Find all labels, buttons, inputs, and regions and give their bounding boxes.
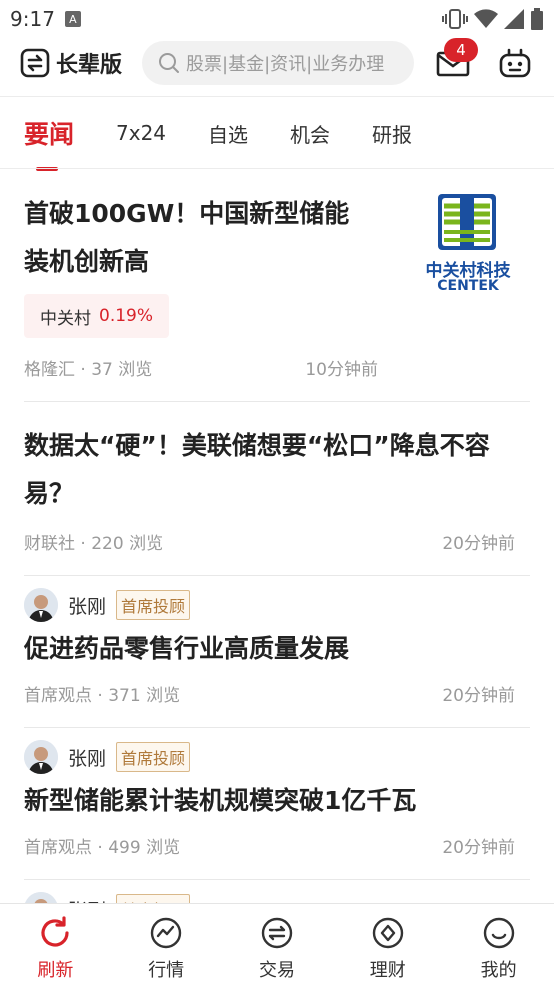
nav-refresh[interactable]: 刷新 <box>0 904 111 984</box>
refresh-icon <box>41 916 69 947</box>
avatar <box>24 892 58 903</box>
news-title-line: 易？ <box>24 479 75 508</box>
avatar <box>24 588 58 622</box>
related-stock-chip[interactable]: 中关村 0.19% <box>24 294 170 338</box>
tab-headlines[interactable]: 要闻 <box>24 115 75 171</box>
news-divider <box>24 879 530 880</box>
news-time: 20分钟前 <box>442 838 515 858</box>
nav-trade-label: 交易 <box>258 960 295 981</box>
nav-market-label: 行情 <box>148 960 185 981</box>
author-tag: 首席投顾 <box>116 894 191 903</box>
status-bar: 9:17 A <box>0 0 554 38</box>
robot-icon <box>499 48 531 78</box>
tab-opportunities[interactable]: 机会 <box>290 119 330 148</box>
news-item-2[interactable]: 数据太“硬”！美联储想要“松口”降息不容 易？ <box>24 422 530 518</box>
news-meta: 格隆汇 · 37 浏览 10分钟前 <box>24 355 378 380</box>
elder-mode-switch[interactable]: 长辈版 <box>20 47 122 79</box>
message-button[interactable]: 4 <box>436 38 479 80</box>
nav-market[interactable]: 行情 <box>111 904 222 984</box>
search-placeholder: 股票|基金|资讯|业务办理 <box>186 54 385 75</box>
news-item-4[interactable]: 张刚 首席投顾 新型储能累计装机规模突破1亿千瓦 <box>24 739 530 825</box>
news-source: 财联社 · 220 浏览 <box>24 534 164 554</box>
elder-mode-label: 长辈版 <box>56 53 123 78</box>
nav-profile-label: 我的 <box>480 960 517 981</box>
tab-7x24[interactable]: 7x24 <box>116 121 166 145</box>
nav-wealth[interactable]: 理财 <box>332 904 443 984</box>
news-time: 20分钟前 <box>442 686 515 706</box>
author-row: 张刚 首席投顾 <box>24 739 530 775</box>
news-source: 首席观点 · 499 浏览 <box>24 838 181 858</box>
author-row: 张刚 首席投顾 <box>24 587 530 623</box>
tab-research[interactable]: 研报 <box>372 119 412 148</box>
news-time: 20分钟前 <box>442 534 515 554</box>
status-time: 9:17 <box>10 7 55 31</box>
top-header: 长辈版 股票|基金|资讯|业务办理 4 <box>0 38 554 86</box>
tab-headlines-label: 要闻 <box>24 120 75 149</box>
tab-watchlist[interactable]: 自选 <box>208 119 248 148</box>
system-icons <box>442 8 544 30</box>
bottom-nav: 刷新 行情 交易 理财 我的 <box>0 903 554 984</box>
wifi-icon <box>474 9 498 28</box>
nav-profile[interactable]: 我的 <box>443 904 554 984</box>
battery-icon <box>531 8 543 30</box>
news-title-line: 新型储能累计装机规模突破1亿千瓦 <box>24 786 417 815</box>
signal-icon <box>504 9 524 29</box>
news-divider <box>24 575 530 576</box>
news-item-3[interactable]: 张刚 首席投顾 促进药品零售行业高质量发展 <box>24 587 530 673</box>
author-tag: 首席投顾 <box>116 742 191 772</box>
author-row: 张刚 首席投顾 <box>24 891 530 903</box>
nav-wealth-label: 理财 <box>369 960 406 981</box>
news-meta: 首席观点 · 371 浏览 20分钟前 <box>24 681 515 706</box>
news-meta: 财联社 · 220 浏览 20分钟前 <box>24 529 515 554</box>
author-name: 张刚 <box>68 896 106 904</box>
news-time: 10分钟前 <box>305 360 378 380</box>
nav-trade[interactable]: 交易 <box>222 904 333 984</box>
assistant-button[interactable] <box>498 46 532 80</box>
news-source: 格隆汇 · 37 浏览 <box>24 360 153 380</box>
centek-logo: 中关村科技 CENTEK <box>414 192 522 296</box>
trade-icon <box>261 917 293 949</box>
news-title-line: 促进药品零售行业高质量发展 <box>24 634 350 663</box>
stock-change: 0.19% <box>99 306 154 326</box>
nav-refresh-label: 刷新 <box>37 960 74 981</box>
news-title-line: 数据太“硬”！美联储想要“松口”降息不容 <box>24 431 490 460</box>
switch-icon <box>20 48 50 78</box>
profile-icon <box>483 917 514 949</box>
news-item-5[interactable]: 张刚 首席投顾 <box>24 891 530 903</box>
tabs-divider <box>0 168 554 169</box>
message-count-badge: 4 <box>444 38 479 62</box>
vibrate-icon <box>442 9 468 29</box>
search-icon <box>159 53 180 73</box>
search-input[interactable]: 股票|基金|资讯|业务办理 <box>142 41 415 85</box>
logo-en-text: CENTEK <box>437 278 499 294</box>
author-name: 张刚 <box>68 595 107 618</box>
news-tabs: 要闻 7x24 自选 机会 研报 <box>0 96 554 171</box>
notification-icon: A <box>64 11 81 27</box>
stock-name: 中关村 <box>40 308 91 329</box>
market-icon <box>150 917 182 949</box>
author-name: 张刚 <box>68 747 107 770</box>
avatar <box>24 740 58 774</box>
news-divider <box>24 727 530 728</box>
author-tag: 首席投顾 <box>116 590 191 620</box>
wealth-icon <box>372 917 403 949</box>
news-source: 首席观点 · 371 浏览 <box>24 686 181 706</box>
news-divider <box>24 401 530 402</box>
news-meta: 首席观点 · 499 浏览 20分钟前 <box>24 833 515 858</box>
